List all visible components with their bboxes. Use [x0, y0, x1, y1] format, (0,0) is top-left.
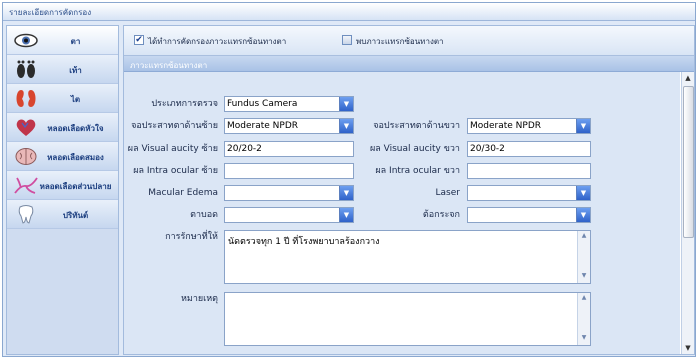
sidebar-item-label: หลอดเลือดหัวใจ: [47, 124, 104, 133]
scroll-thumb[interactable]: [683, 86, 694, 238]
sidebar-item-feet[interactable]: เท้า: [7, 55, 118, 84]
macular-edema-label: Macular Edema: [148, 188, 218, 198]
va-right-input[interactable]: 20/30-2: [467, 141, 591, 157]
textarea-scrollbar[interactable]: ▲ ▼: [577, 231, 590, 283]
eye-complication-form: ประเภทการตรวจ Fundus Camera ▼ จอประสาทตาด…: [124, 72, 680, 354]
tooth-icon: [18, 205, 34, 224]
sidebar-item-periodontal[interactable]: ปริทันต์: [7, 200, 118, 229]
window-title: รายละเอียดการคัดกรอง: [3, 3, 695, 21]
screening-checkbar: ✔ ได้ทำการคัดกรองภาวะแทรกซ้อนทางตา พบภาว…: [124, 26, 694, 56]
screening-details-window: รายละเอียดการคัดกรอง ตา เท้า ไต หลอดเลือ…: [2, 2, 696, 357]
retina-left-label: จอประสาทตาด้านซ้าย: [131, 121, 218, 131]
iop-left-input[interactable]: [224, 163, 354, 179]
brain-icon: [15, 148, 37, 165]
retina-right-label: จอประสาทตาด้านขวา: [373, 121, 460, 131]
chevron-down-icon: ▼: [576, 119, 590, 133]
textarea-scrollbar[interactable]: ▲ ▼: [577, 293, 590, 345]
sidebar-item-eye[interactable]: ตา: [7, 26, 118, 55]
cataract-label: ต้อกระจก: [422, 210, 460, 220]
va-left-input[interactable]: 20/20-2: [224, 141, 354, 157]
iop-right-label: ผล Intra ocular ขวา: [375, 166, 460, 176]
scroll-up-icon[interactable]: ▲: [682, 72, 694, 84]
chevron-down-icon: ▼: [576, 186, 590, 200]
va-right-label: ผล Visual aucity ขวา: [369, 144, 460, 154]
chevron-down-icon: ▼: [339, 119, 353, 133]
blindness-select[interactable]: ▼: [224, 207, 354, 223]
sidebar-item-label: เท้า: [69, 66, 82, 75]
check-icon: ✔: [134, 35, 144, 45]
sidebar-item-label: ปริทันต์: [62, 211, 89, 220]
iop-right-input[interactable]: [467, 163, 591, 179]
retina-right-select[interactable]: Moderate NPDR ▼: [467, 118, 591, 134]
scroll-down-icon[interactable]: ▼: [682, 342, 694, 354]
cataract-select[interactable]: ▼: [467, 207, 591, 223]
heart-icon: [16, 119, 36, 136]
va-left-label: ผล Visual aucity ซ้าย: [127, 144, 218, 154]
exam-type-select[interactable]: Fundus Camera ▼: [224, 96, 354, 112]
notes-textarea[interactable]: ▲ ▼: [224, 292, 591, 346]
chevron-down-icon: ▼: [339, 208, 353, 222]
treatment-textarea[interactable]: นัดตรวจทุก 1 ปี ที่โรงพยาบาลร้องกวาง ▲ ▼: [224, 230, 591, 284]
blindness-label: ตาบอด: [190, 210, 218, 220]
treatment-label: การรักษาที่ให้: [165, 232, 218, 242]
sidebar-item-heart[interactable]: หลอดเลือดหัวใจ: [7, 113, 118, 142]
iop-left-label: ผล Intra ocular ซ้าย: [133, 166, 218, 176]
sidebar-item-label: หลอดเลือดส่วนปลาย: [39, 182, 112, 191]
main-panel: ✔ ได้ทำการคัดกรองภาวะแทรกซ้อนทางตา พบภาว…: [123, 25, 695, 355]
laser-label: Laser: [435, 188, 460, 198]
feet-icon: [17, 60, 35, 78]
chevron-down-icon: ▼: [576, 208, 590, 222]
section-title: ภาวะแทรกซ้อนทางตา: [124, 56, 694, 72]
form-scrollbar[interactable]: ▲ ▼: [681, 72, 694, 354]
sidebar: ตา เท้า ไต หลอดเลือดหัวใจ หลอดเลือดสมอง …: [6, 25, 119, 355]
sidebar-item-brain[interactable]: หลอดเลือดสมอง: [7, 142, 118, 171]
chevron-down-icon: ▼: [339, 186, 353, 200]
sidebar-item-label: ไต: [70, 95, 81, 104]
sidebar-item-label: ตา: [70, 37, 81, 46]
vessel-icon: [14, 177, 38, 194]
macular-edema-select[interactable]: ▼: [224, 185, 354, 201]
sidebar-item-peripheral[interactable]: หลอดเลือดส่วนปลาย: [7, 171, 118, 200]
chevron-down-icon: ▼: [339, 97, 353, 111]
notes-label: หมายเหตุ: [180, 294, 218, 304]
kidney-icon: [16, 90, 36, 107]
eye-icon: [14, 33, 38, 48]
sidebar-item-label: หลอดเลือดสมอง: [47, 153, 104, 162]
exam-type-label: ประเภทการตรวจ: [151, 99, 218, 109]
retina-left-select[interactable]: Moderate NPDR ▼: [224, 118, 354, 134]
laser-select[interactable]: ▼: [467, 185, 591, 201]
sidebar-item-kidney[interactable]: ไต: [7, 84, 118, 113]
empty-checkbox-icon: [342, 35, 352, 45]
